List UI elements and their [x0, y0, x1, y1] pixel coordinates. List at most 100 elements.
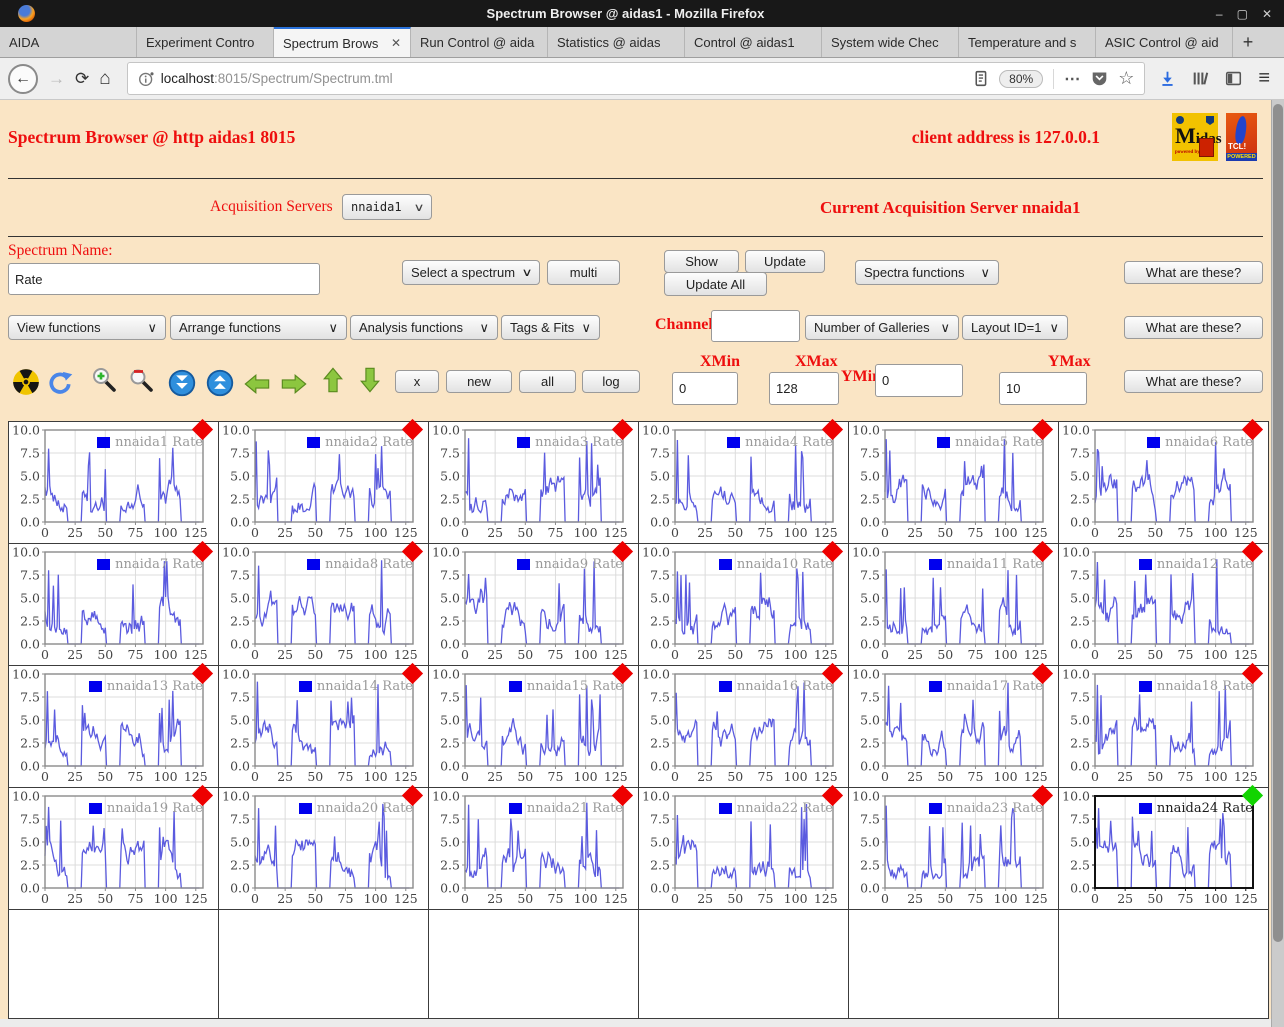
- move-down-icon[interactable]: [168, 369, 196, 397]
- forward-button[interactable]: →: [48, 69, 65, 89]
- acquisition-server-select[interactable]: nnaida1∨: [342, 194, 432, 220]
- site-info-icon[interactable]: [138, 70, 155, 87]
- spectrum-chart-nnaida13[interactable]: 0.02.55.07.510.00255075100125nnaida13 Ra…: [13, 668, 213, 784]
- spectrum-chart-nnaida19[interactable]: 0.02.55.07.510.00255075100125nnaida19 Ra…: [13, 790, 213, 906]
- ymin-input[interactable]: 0: [875, 364, 963, 397]
- what-are-these-button-1[interactable]: What are these?: [1124, 261, 1263, 284]
- move-up-icon[interactable]: [206, 369, 234, 397]
- close-button[interactable]: ✕: [1262, 7, 1272, 21]
- spectrum-chart-nnaida14[interactable]: 0.02.55.07.510.00255075100125nnaida14 Ra…: [223, 668, 423, 784]
- number-of-galleries-dropdown[interactable]: Number of Galleries∨: [805, 315, 959, 340]
- back-button[interactable]: ←: [8, 64, 38, 94]
- spectrum-chart-nnaida4[interactable]: 0.02.55.07.510.00255075100125nnaida4 Rat…: [643, 424, 843, 540]
- update-all-button[interactable]: Update All: [664, 272, 767, 296]
- svg-text:75: 75: [128, 891, 144, 906]
- spectrum-chart-nnaida11[interactable]: 0.02.55.07.510.00255075100125nnaida11 Ra…: [853, 546, 1053, 662]
- home-button[interactable]: ⌂: [99, 68, 110, 90]
- svg-text:7.5: 7.5: [860, 690, 880, 705]
- spectrum-name-input[interactable]: Rate: [8, 263, 320, 295]
- tab-statistics-aidas[interactable]: Statistics @ aidas: [548, 27, 685, 57]
- spectrum-chart-nnaida24[interactable]: 0.02.55.07.510.00255075100125nnaida24 Ra…: [1063, 790, 1263, 906]
- channel-input[interactable]: [711, 310, 800, 342]
- spectrum-chart-nnaida3[interactable]: 0.02.55.07.510.00255075100125nnaida3 Rat…: [433, 424, 633, 540]
- downloads-icon[interactable]: [1159, 70, 1176, 87]
- tab-close-icon[interactable]: ✕: [391, 36, 401, 50]
- zoom-level-badge[interactable]: 80%: [999, 70, 1043, 88]
- svg-text:0: 0: [461, 647, 469, 662]
- view-functions-dropdown[interactable]: View functions∨: [8, 315, 166, 340]
- spectrum-chart-nnaida5[interactable]: 0.02.55.07.510.00255075100125nnaida5 Rat…: [853, 424, 1053, 540]
- multi-button[interactable]: multi: [547, 260, 620, 285]
- what-are-these-button-3[interactable]: What are these?: [1124, 370, 1263, 393]
- spectrum-chart-nnaida17[interactable]: 0.02.55.07.510.00255075100125nnaida17 Ra…: [853, 668, 1053, 784]
- chart-legend: nnaida17 Rate: [929, 679, 1043, 694]
- pocket-icon[interactable]: [1091, 70, 1108, 87]
- spectrum-chart-nnaida9[interactable]: 0.02.55.07.510.00255075100125nnaida9 Rat…: [433, 546, 633, 662]
- tab-asic-control-aid[interactable]: ASIC Control @ aid: [1096, 27, 1233, 57]
- tab-experiment-contro[interactable]: Experiment Contro: [137, 27, 274, 57]
- svg-text:5.0: 5.0: [860, 591, 880, 606]
- zoom-in-icon[interactable]: [90, 366, 118, 394]
- spectrum-chart-nnaida6[interactable]: 0.02.55.07.510.00255075100125nnaida6 Rat…: [1063, 424, 1263, 540]
- spectrum-chart-nnaida16[interactable]: 0.02.55.07.510.00255075100125nnaida16 Ra…: [643, 668, 843, 784]
- spectrum-chart-nnaida10[interactable]: 0.02.55.07.510.00255075100125nnaida10 Ra…: [643, 546, 843, 662]
- sidebar-icon[interactable]: [1225, 70, 1242, 87]
- select-spectrum-dropdown[interactable]: Select a spectrum∨: [402, 260, 540, 285]
- x-button[interactable]: x: [395, 370, 439, 393]
- page-actions-icon[interactable]: ⋯: [1064, 69, 1081, 89]
- tab-control-aidas1[interactable]: Control @ aidas1: [685, 27, 822, 57]
- radiation-icon[interactable]: [12, 368, 40, 396]
- refresh-icon[interactable]: [46, 369, 74, 397]
- arrow-left-icon[interactable]: [243, 370, 271, 398]
- tab-system-wide-chec[interactable]: System wide Chec: [822, 27, 959, 57]
- arrange-functions-dropdown[interactable]: Arrange functions∨: [170, 315, 347, 340]
- spectrum-chart-nnaida2[interactable]: 0.02.55.07.510.00255075100125nnaida2 Rat…: [223, 424, 423, 540]
- log-button[interactable]: log: [582, 370, 640, 393]
- scrollbar-thumb[interactable]: [1273, 104, 1283, 942]
- maximize-button[interactable]: ▢: [1237, 7, 1248, 21]
- spectrum-chart-nnaida8[interactable]: 0.02.55.07.510.00255075100125nnaida8 Rat…: [223, 546, 423, 662]
- spectrum-chart-nnaida12[interactable]: 0.02.55.07.510.00255075100125nnaida12 Ra…: [1063, 546, 1263, 662]
- spectrum-chart-nnaida23[interactable]: 0.02.55.07.510.00255075100125nnaida23 Ra…: [853, 790, 1053, 906]
- spectrum-chart-nnaida1[interactable]: 0.02.55.07.510.00255075100125nnaida1 Rat…: [13, 424, 213, 540]
- layout-id-dropdown[interactable]: Layout ID=1∨: [962, 315, 1068, 340]
- spectrum-chart-nnaida21[interactable]: 0.02.55.07.510.00255075100125nnaida21 Ra…: [433, 790, 633, 906]
- analysis-functions-dropdown[interactable]: Analysis functions∨: [350, 315, 498, 340]
- zoom-out-icon[interactable]: [128, 366, 156, 394]
- svg-text:125: 125: [814, 769, 838, 784]
- all-button[interactable]: all: [519, 370, 576, 393]
- tab-aida[interactable]: AIDA: [0, 27, 137, 57]
- menu-icon[interactable]: ≡: [1258, 67, 1270, 90]
- xmax-input[interactable]: 128: [769, 372, 839, 405]
- tab-temperature-and-s[interactable]: Temperature and s: [959, 27, 1096, 57]
- spectrum-chart-nnaida22[interactable]: 0.02.55.07.510.00255075100125nnaida22 Ra…: [643, 790, 843, 906]
- xmin-input[interactable]: 0: [672, 372, 738, 405]
- arrow-down-icon[interactable]: [356, 366, 384, 394]
- tags-fits-dropdown[interactable]: Tags & Fits∨: [501, 315, 600, 340]
- spectrum-chart-nnaida18[interactable]: 0.02.55.07.510.00255075100125nnaida18 Ra…: [1063, 668, 1263, 784]
- what-are-these-button-2[interactable]: What are these?: [1124, 316, 1263, 339]
- arrow-up-icon[interactable]: [319, 366, 347, 394]
- svg-text:5.0: 5.0: [650, 591, 670, 606]
- reader-view-icon[interactable]: [972, 70, 989, 87]
- tab-run-control-aida[interactable]: Run Control @ aida: [411, 27, 548, 57]
- spectra-functions-dropdown[interactable]: Spectra functions∨: [855, 260, 999, 285]
- update-button[interactable]: Update: [745, 250, 825, 273]
- arrow-right-icon[interactable]: [280, 370, 308, 398]
- url-bar[interactable]: localhost:8015/Spectrum/Spectrum.tml 80%…: [127, 62, 1146, 95]
- new-button[interactable]: new: [446, 370, 512, 393]
- library-icon[interactable]: [1192, 70, 1209, 87]
- new-tab-button[interactable]: +: [1233, 27, 1263, 57]
- show-button[interactable]: Show: [664, 250, 739, 273]
- minimize-button[interactable]: –: [1216, 7, 1223, 21]
- spectrum-chart-nnaida20[interactable]: 0.02.55.07.510.00255075100125nnaida20 Ra…: [223, 790, 423, 906]
- bookmark-star-icon[interactable]: ☆: [1118, 68, 1134, 89]
- spectrum-chart-nnaida7[interactable]: 0.02.55.07.510.00255075100125nnaida7 Rat…: [13, 546, 213, 662]
- ymax-input[interactable]: 10: [999, 372, 1087, 405]
- svg-text:25: 25: [907, 891, 923, 906]
- tab-spectrum-brows[interactable]: Spectrum Brows✕: [274, 27, 411, 57]
- spectrum-chart-nnaida15[interactable]: 0.02.55.07.510.00255075100125nnaida15 Ra…: [433, 668, 633, 784]
- reload-button[interactable]: ⟳: [75, 69, 89, 89]
- gallery-cell: 0.02.55.07.510.00255075100125nnaida19 Ra…: [9, 788, 219, 910]
- vertical-scrollbar[interactable]: [1271, 100, 1284, 1027]
